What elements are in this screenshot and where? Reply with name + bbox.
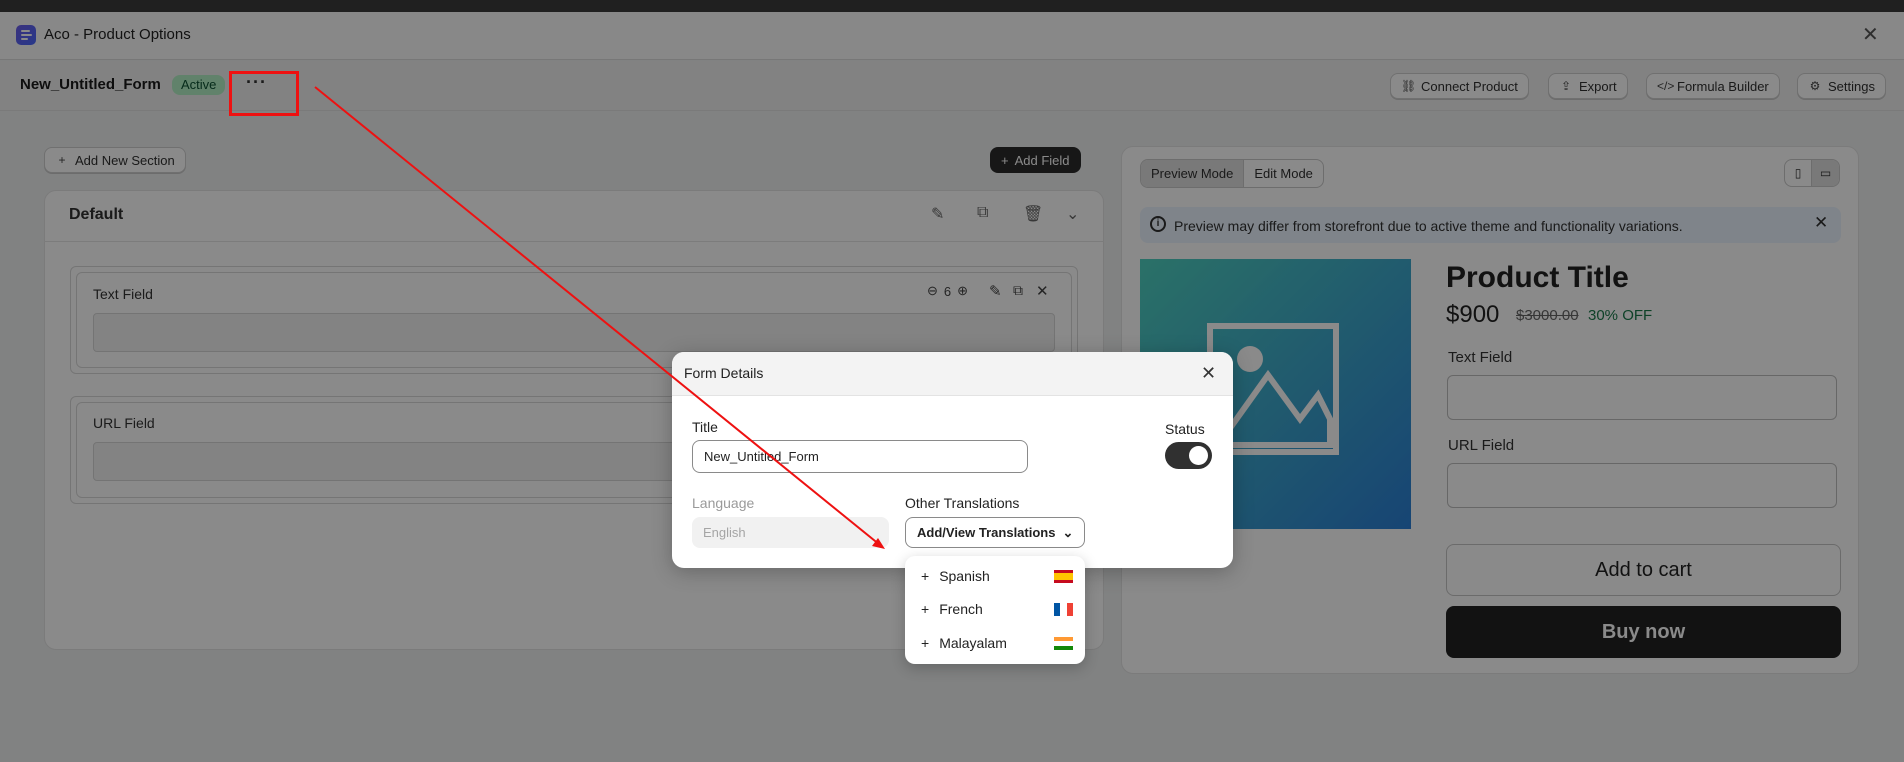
add-view-translations-button[interactable]: Add/View Translations ⌄ [905,517,1086,548]
plus-icon: + [921,601,930,617]
modal-title: Form Details [684,365,764,381]
language-select: English [692,517,889,548]
plus-icon: + [921,635,930,651]
translation-option-spanish[interactable]: + Spanish [905,560,1085,592]
other-translations-label: Other Translations [905,495,1020,511]
title-label: Title [692,419,718,435]
india-flag-icon [1054,636,1073,650]
chevron-down-icon: ⌄ [1062,524,1074,540]
translation-option-french[interactable]: + French [905,593,1085,625]
translation-option-malayalam[interactable]: + Malayalam [905,627,1085,659]
status-toggle[interactable] [1165,442,1212,469]
language-label: Language [692,495,755,511]
title-input[interactable] [692,440,1028,473]
annotation-highlight-box [229,71,299,116]
plus-icon: + [921,568,930,584]
france-flag-icon [1054,602,1073,616]
spain-flag-icon [1054,569,1073,583]
close-modal-icon[interactable]: ✕ [1201,363,1216,384]
status-label: Status [1165,421,1205,437]
